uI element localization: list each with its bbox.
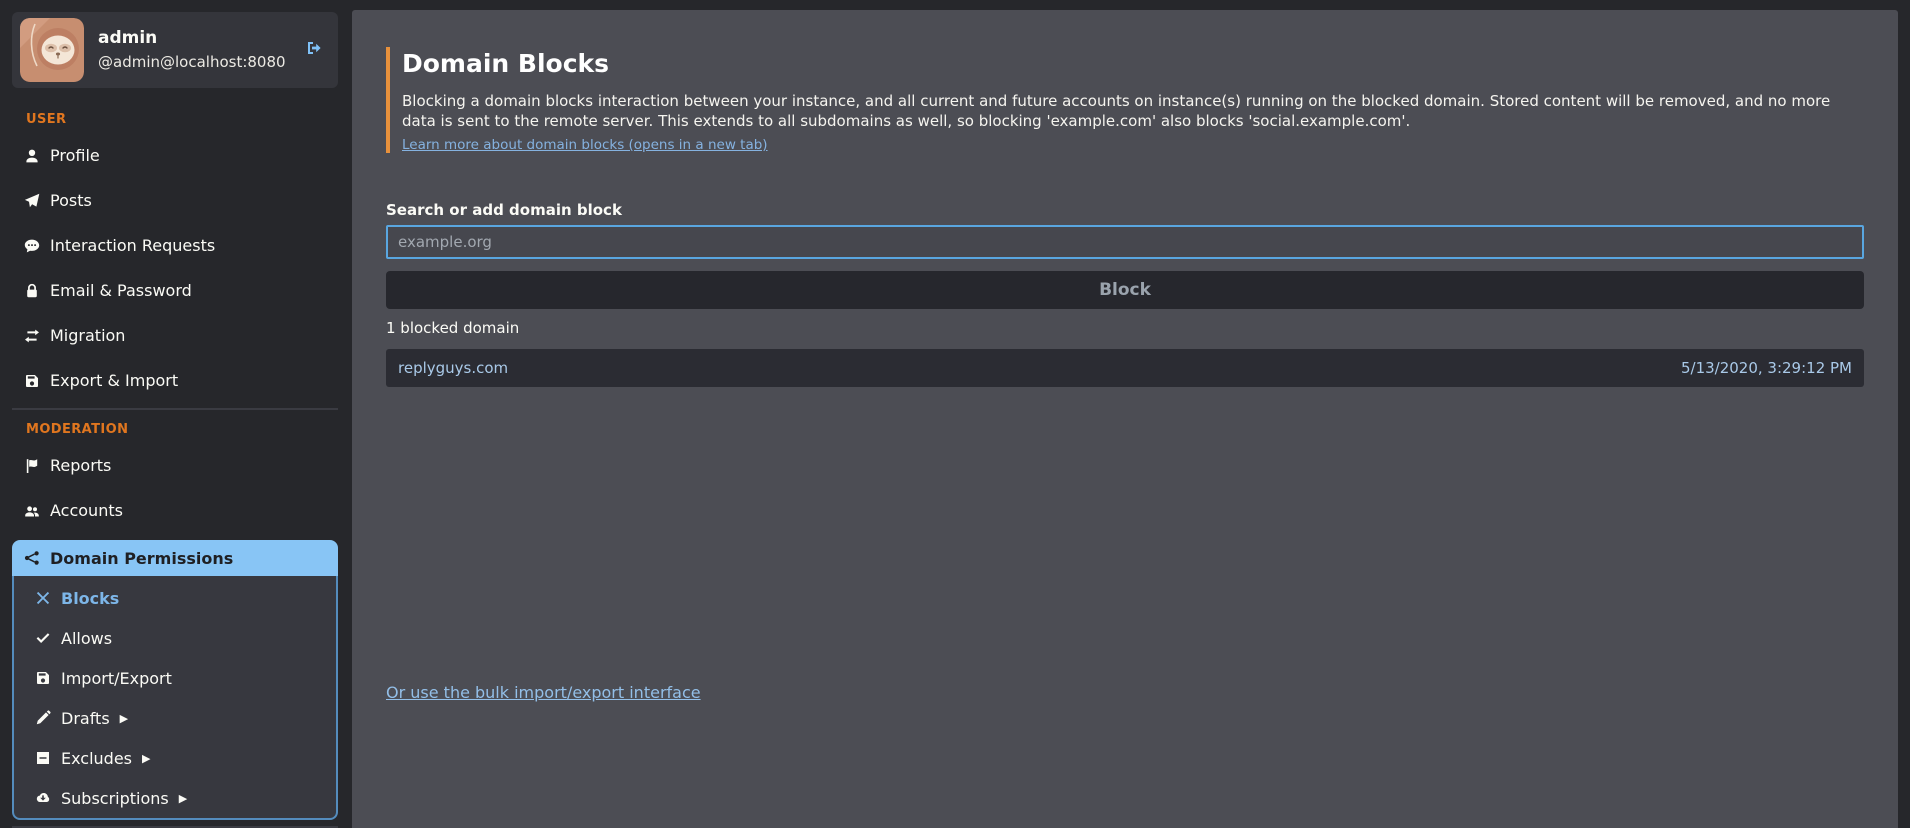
bulk-import-export-link[interactable]: Or use the bulk import/export interface	[386, 683, 701, 702]
caret-right-icon: ▶	[142, 753, 150, 764]
submenu-item-label: Allows	[61, 629, 112, 648]
submenu-item-label: Subscriptions	[61, 789, 169, 808]
submenu-item-label: Blocks	[61, 589, 119, 608]
submenu-item-excludes[interactable]: Excludes ▶	[14, 738, 336, 778]
blocked-domain-count: 1 blocked domain	[386, 319, 1864, 337]
cloud-download-icon	[35, 790, 51, 806]
sidebar-item-reports[interactable]: Reports	[12, 443, 338, 488]
sidebar-item-accounts[interactable]: Accounts	[12, 488, 338, 533]
user-info: admin @admin@localhost:8080	[98, 27, 286, 73]
page-header: Domain Blocks Blocking a domain blocks i…	[386, 47, 1864, 153]
sidebar-item-label: Profile	[50, 146, 100, 165]
sidebar-item-label: Posts	[50, 191, 92, 210]
sidebar-item-label: Accounts	[50, 501, 123, 520]
sidebar-item-profile[interactable]: Profile	[12, 133, 338, 178]
sidebar-item-label: Migration	[50, 326, 125, 345]
sidebar-item-export-import[interactable]: Export & Import	[12, 358, 338, 403]
learn-more-link[interactable]: Learn more about domain blocks (opens in…	[402, 137, 768, 153]
sidebar-item-migration[interactable]: Migration	[12, 313, 338, 358]
submenu-item-drafts[interactable]: Drafts ▶	[14, 698, 336, 738]
page-title: Domain Blocks	[402, 47, 1864, 81]
block-date: 5/13/2020, 3:29:12 PM	[1681, 359, 1852, 377]
section-heading-moderation: MODERATION	[26, 422, 338, 437]
block-button[interactable]: Block	[386, 271, 1864, 309]
caret-right-icon: ▶	[179, 793, 187, 804]
users-icon	[24, 503, 40, 519]
sidebar-item-domain-permissions[interactable]: Domain Permissions	[12, 540, 338, 576]
exchange-icon	[24, 328, 40, 344]
x-icon	[35, 590, 51, 606]
user-handle: @admin@localhost:8080	[98, 52, 286, 73]
sidebar-item-label: Domain Permissions	[50, 549, 233, 568]
sidebar-item-label: Reports	[50, 456, 111, 475]
search-label: Search or add domain block	[386, 201, 1864, 219]
flag-icon	[24, 458, 40, 474]
domain-block-form: Search or add domain block Block	[386, 201, 1864, 309]
submenu-item-blocks[interactable]: Blocks	[14, 578, 336, 618]
submenu-item-label: Import/Export	[61, 669, 172, 688]
domain-permissions-submenu: Blocks Allows Import/Export	[12, 576, 338, 820]
blocked-domain-row[interactable]: replyguys.com 5/13/2020, 3:29:12 PM	[386, 349, 1864, 387]
sidebar-item-label: Interaction Requests	[50, 236, 215, 255]
sidebar-item-label: Export & Import	[50, 371, 178, 390]
section-heading-user: USER	[26, 112, 338, 127]
pencil-icon	[35, 710, 51, 726]
user-name: admin	[98, 27, 286, 49]
sidebar-item-label: Email & Password	[50, 281, 192, 300]
lock-icon	[24, 283, 40, 299]
section-divider	[12, 408, 338, 410]
domain-link[interactable]: replyguys.com	[398, 359, 508, 377]
domain-blocks-panel: Domain Blocks Blocking a domain blocks i…	[352, 10, 1898, 828]
comment-icon	[24, 238, 40, 254]
floppy-icon	[24, 373, 40, 389]
app-root: admin @admin@localhost:8080 USER Profile	[0, 0, 1910, 828]
minus-square-icon	[35, 750, 51, 766]
page-description: Blocking a domain blocks interaction bet…	[402, 91, 1864, 131]
sidebar-item-email-password[interactable]: Email & Password	[12, 268, 338, 313]
paper-plane-icon	[24, 193, 40, 209]
user-card: admin @admin@localhost:8080	[12, 12, 338, 88]
check-icon	[35, 630, 51, 646]
avatar	[20, 18, 84, 82]
logout-button[interactable]	[306, 40, 322, 60]
submenu-item-import-export[interactable]: Import/Export	[14, 658, 336, 698]
sign-out-icon	[306, 40, 322, 60]
submenu-item-allows[interactable]: Allows	[14, 618, 336, 658]
submenu-item-label: Excludes	[61, 749, 132, 768]
sidebar: admin @admin@localhost:8080 USER Profile	[12, 12, 338, 828]
floppy-icon	[35, 670, 51, 686]
sidebar-nav: USER Profile Posts Interaction Requests	[12, 112, 338, 828]
sidebar-item-posts[interactable]: Posts	[12, 178, 338, 223]
user-icon	[24, 148, 40, 164]
caret-right-icon: ▶	[120, 713, 128, 724]
domain-search-input[interactable]	[386, 225, 1864, 259]
sidebar-item-interaction-requests[interactable]: Interaction Requests	[12, 223, 338, 268]
submenu-item-label: Drafts	[61, 709, 110, 728]
share-nodes-icon	[24, 550, 40, 566]
submenu-item-subscriptions[interactable]: Subscriptions ▶	[14, 778, 336, 818]
